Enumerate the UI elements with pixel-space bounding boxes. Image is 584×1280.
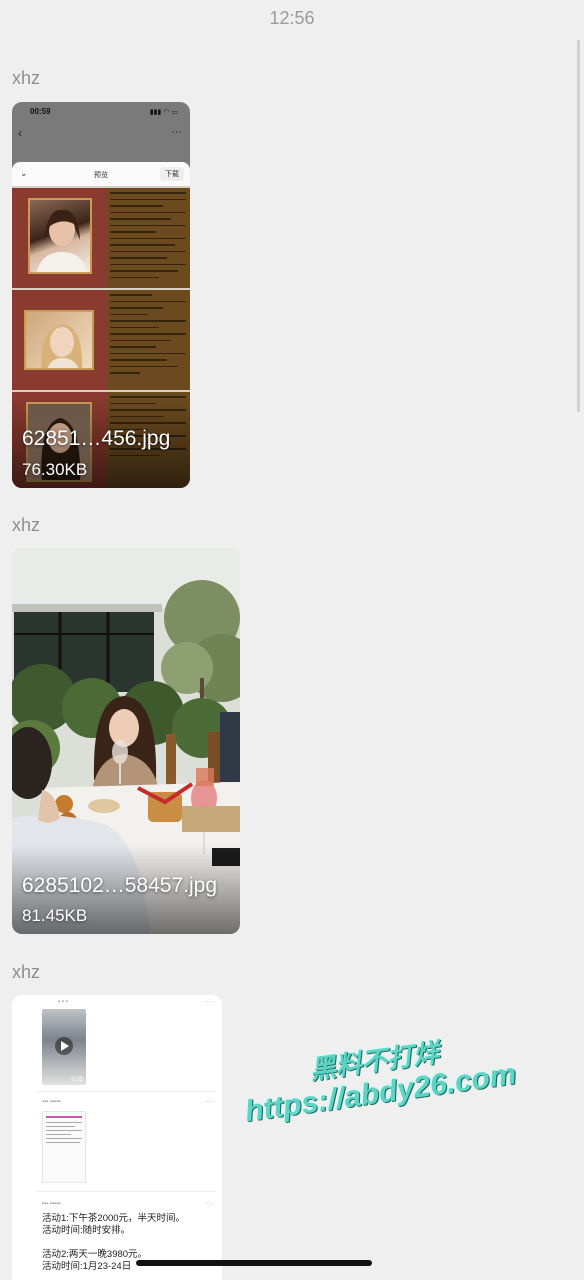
status-icons: ▪ ▪ ▪ <box>58 999 68 1005</box>
portrait-photo <box>28 198 92 274</box>
scrollbar[interactable] <box>577 40 580 412</box>
preview-time: 00:59 <box>30 107 51 116</box>
image-message-1[interactable]: 00:59 ▮▮▮ ◠ ▭ ‹ ··· ⌄ 预览 下载 62851…456.jp… <box>12 102 190 488</box>
back-icon: ‹ <box>18 126 22 140</box>
file-name: 6285102…58457.jpg <box>22 874 218 897</box>
message-text: 活动时间:随时安排。 <box>42 1225 131 1236</box>
image-message-3[interactable]: ▪ ▪ ▪ ··:·· 0:35 ▪▪▪ ▪▪▪▪▪ ··:·· ▪▪▪ ▪▪▪… <box>12 995 222 1280</box>
sender-name: xhz <box>12 68 41 88</box>
timestamp: ··:·· <box>204 999 214 1005</box>
timestamp: ··:·· <box>204 1099 214 1105</box>
file-name: 62851…456.jpg <box>22 427 171 450</box>
watermark: 黑料不打烊 https://abdy26.com <box>238 1020 538 1149</box>
preview-sheet-header: ⌄ 预览 下载 <box>12 162 190 188</box>
home-indicator[interactable] <box>136 1260 372 1266</box>
document-thumbnail <box>42 1111 86 1183</box>
message-text: 活动时间:1月23-24日 <box>42 1261 132 1272</box>
file-size: 76.30KB <box>22 460 88 479</box>
message-sender-line: ▪▪▪ ▪▪▪▪▪ <box>42 1201 61 1207</box>
profile-card <box>12 288 190 390</box>
sender-name: xhz <box>12 962 41 982</box>
video-thumbnail: 0:35 <box>42 1009 86 1085</box>
file-size: 81.45KB <box>22 906 88 925</box>
message-sender-line: ▪▪▪ ▪▪▪▪▪ <box>42 1099 61 1105</box>
portrait-photo <box>24 310 94 370</box>
status-time: 12:56 <box>269 8 315 28</box>
timestamp: ··:·· <box>204 1201 214 1207</box>
download-button: 下载 <box>160 167 184 181</box>
image-message-2[interactable]: 6285102…58457.jpg 81.45KB <box>12 548 240 934</box>
video-duration: 0:35 <box>71 1077 83 1083</box>
signal-battery-icon: ▮▮▮ ◠ ▭ <box>149 109 178 116</box>
profile-card <box>12 186 190 288</box>
sender-name: xhz <box>12 515 41 535</box>
more-icon: ··· <box>171 126 182 138</box>
play-icon <box>61 1041 69 1051</box>
